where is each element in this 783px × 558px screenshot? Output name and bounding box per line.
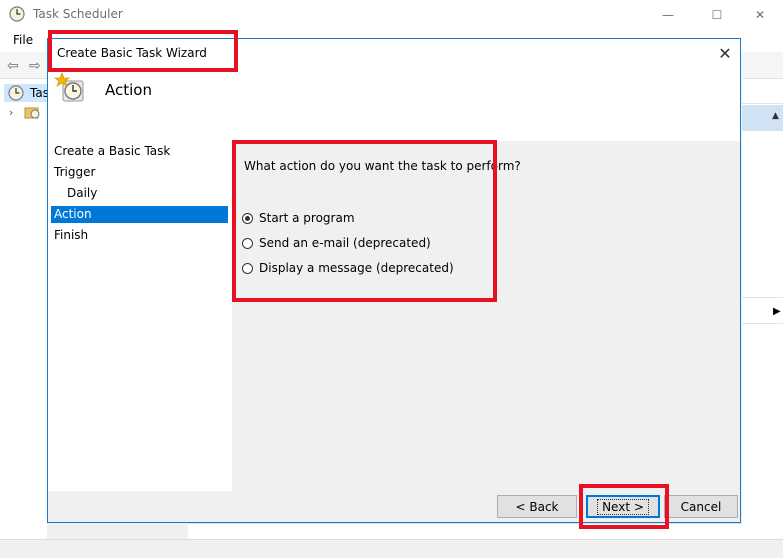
- annotation-box-title: [48, 30, 238, 72]
- wizard-steps: Create a Basic Task Trigger Daily Action…: [48, 141, 232, 491]
- step-finish: Finish: [54, 228, 89, 242]
- close-button[interactable]: ✕: [737, 0, 783, 30]
- collapse-arrow-icon[interactable]: ▲: [772, 111, 779, 121]
- clock-icon: [9, 6, 25, 22]
- page-title: Action: [105, 81, 152, 99]
- divider: [742, 103, 783, 104]
- dialog-header: Action: [48, 68, 740, 142]
- maximize-button[interactable]: ☐: [694, 0, 740, 30]
- actions-pane-header[interactable]: ▲: [742, 105, 783, 131]
- chevron-right-icon[interactable]: ›: [9, 106, 13, 119]
- background-titlebar: Task Scheduler — ☐ ✕: [0, 0, 783, 30]
- step-action: Action: [51, 206, 228, 223]
- annotation-box-next: [579, 484, 669, 529]
- back-button[interactable]: < Back: [497, 495, 577, 518]
- close-icon[interactable]: ✕: [710, 39, 740, 68]
- clock-icon: [8, 85, 24, 101]
- status-bar: [0, 539, 783, 558]
- back-arrow-icon[interactable]: ⇦: [7, 58, 19, 74]
- menu-file[interactable]: File: [13, 33, 33, 47]
- submenu-arrow-icon[interactable]: ▶: [773, 306, 781, 317]
- background-tree-pane: Tas ›: [0, 79, 49, 539]
- divider: [742, 297, 783, 298]
- annotation-box-options: [232, 140, 497, 302]
- background-actions-pane: ▲ ▶: [742, 79, 783, 539]
- step-daily: Daily: [67, 186, 98, 200]
- step-trigger: Trigger: [54, 165, 96, 179]
- clock-star-icon: [54, 72, 84, 102]
- minimize-button[interactable]: —: [645, 0, 691, 30]
- folder-clock-icon: [24, 107, 40, 119]
- cancel-button[interactable]: Cancel: [664, 495, 738, 518]
- forward-arrow-icon[interactable]: ⇨: [29, 58, 41, 74]
- background-window-title: Task Scheduler: [33, 7, 123, 21]
- divider: [742, 323, 783, 324]
- step-create-basic-task: Create a Basic Task: [54, 144, 171, 158]
